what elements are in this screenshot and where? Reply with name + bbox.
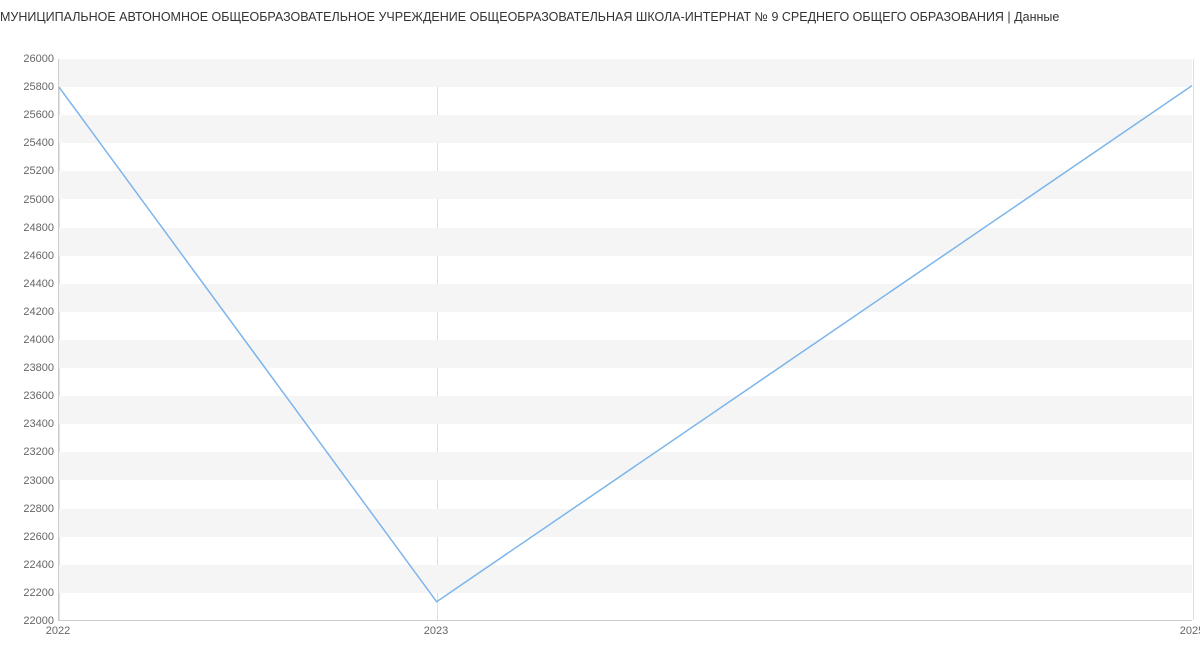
y-axis-label: 25600 [23, 109, 54, 121]
y-axis-label: 23800 [23, 362, 54, 374]
y-axis-label: 23200 [23, 446, 54, 458]
chart-title: МУНИЦИПАЛЬНОЕ АВТОНОМНОЕ ОБЩЕОБРАЗОВАТЕЛ… [0, 0, 1200, 29]
y-axis-label: 24000 [23, 334, 54, 346]
y-axis-label: 26000 [23, 53, 54, 65]
grid-line-vertical [1193, 59, 1194, 620]
y-axis-label: 24400 [23, 278, 54, 290]
y-axis-label: 25800 [23, 81, 54, 93]
plot-area [58, 59, 1192, 621]
y-axis-label: 25400 [23, 137, 54, 149]
y-axis-label: 23400 [23, 418, 54, 430]
y-axis-label: 24600 [23, 250, 54, 262]
y-axis-label: 23600 [23, 390, 54, 402]
y-axis-label: 24800 [23, 222, 54, 234]
y-axis-label: 24200 [23, 306, 54, 318]
y-axis-label: 25200 [23, 165, 54, 177]
x-axis-label: 2022 [46, 625, 70, 637]
y-axis-label: 22200 [23, 587, 54, 599]
x-axis-label: 2023 [424, 625, 448, 637]
chart-container: 2200022200224002260022800230002320023400… [0, 29, 1200, 649]
y-axis-label: 22600 [23, 531, 54, 543]
y-axis-label: 22800 [23, 503, 54, 515]
x-axis-label: 2025 [1180, 625, 1200, 637]
line-chart-svg [59, 59, 1192, 620]
y-axis-label: 25000 [23, 194, 54, 206]
data-line [59, 86, 1192, 602]
y-axis-label: 22400 [23, 559, 54, 571]
y-axis-label: 23000 [23, 475, 54, 487]
